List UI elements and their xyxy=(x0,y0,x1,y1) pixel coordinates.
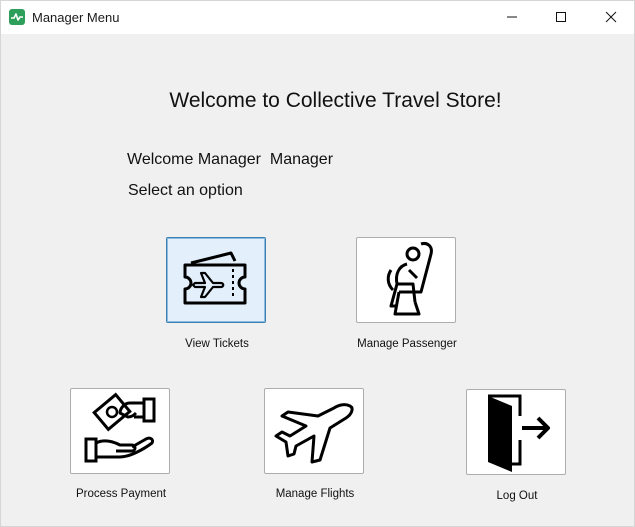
manager-menu-window: Manager Menu Welcome to Collective Trave… xyxy=(0,0,635,527)
manage-flights-button[interactable] xyxy=(264,388,364,474)
log-out-button[interactable] xyxy=(466,389,566,475)
title-bar[interactable]: Manager Menu xyxy=(1,1,634,34)
close-button[interactable] xyxy=(588,1,634,33)
maximize-button[interactable] xyxy=(538,1,584,33)
minimize-icon xyxy=(507,16,517,18)
log-out-label: Log Out xyxy=(496,490,538,502)
hand-money-icon xyxy=(84,392,156,463)
manage-passenger-label: Manage Passenger xyxy=(357,338,457,350)
exit-door-icon xyxy=(488,394,550,472)
ticket-plane-icon xyxy=(183,251,247,305)
welcome-message: Welcome Manager Manager xyxy=(127,151,334,168)
select-option-prompt: Select an option xyxy=(128,182,243,199)
process-payment-label: Process Payment xyxy=(75,488,167,500)
seated-passenger-icon xyxy=(386,242,433,316)
maximize-icon xyxy=(556,12,566,22)
close-icon xyxy=(605,11,617,23)
process-payment-button[interactable] xyxy=(70,388,170,474)
window-title: Manager Menu xyxy=(32,10,120,25)
manage-flights-label: Manage Flights xyxy=(275,488,355,500)
page-title: Welcome to Collective Travel Store! xyxy=(169,89,502,112)
app-icon xyxy=(9,9,25,25)
minimize-button[interactable] xyxy=(489,1,535,33)
manage-passenger-button[interactable] xyxy=(356,237,456,323)
view-tickets-label: View Tickets xyxy=(185,338,249,350)
view-tickets-button[interactable] xyxy=(166,237,266,323)
airplane-icon xyxy=(274,403,354,464)
